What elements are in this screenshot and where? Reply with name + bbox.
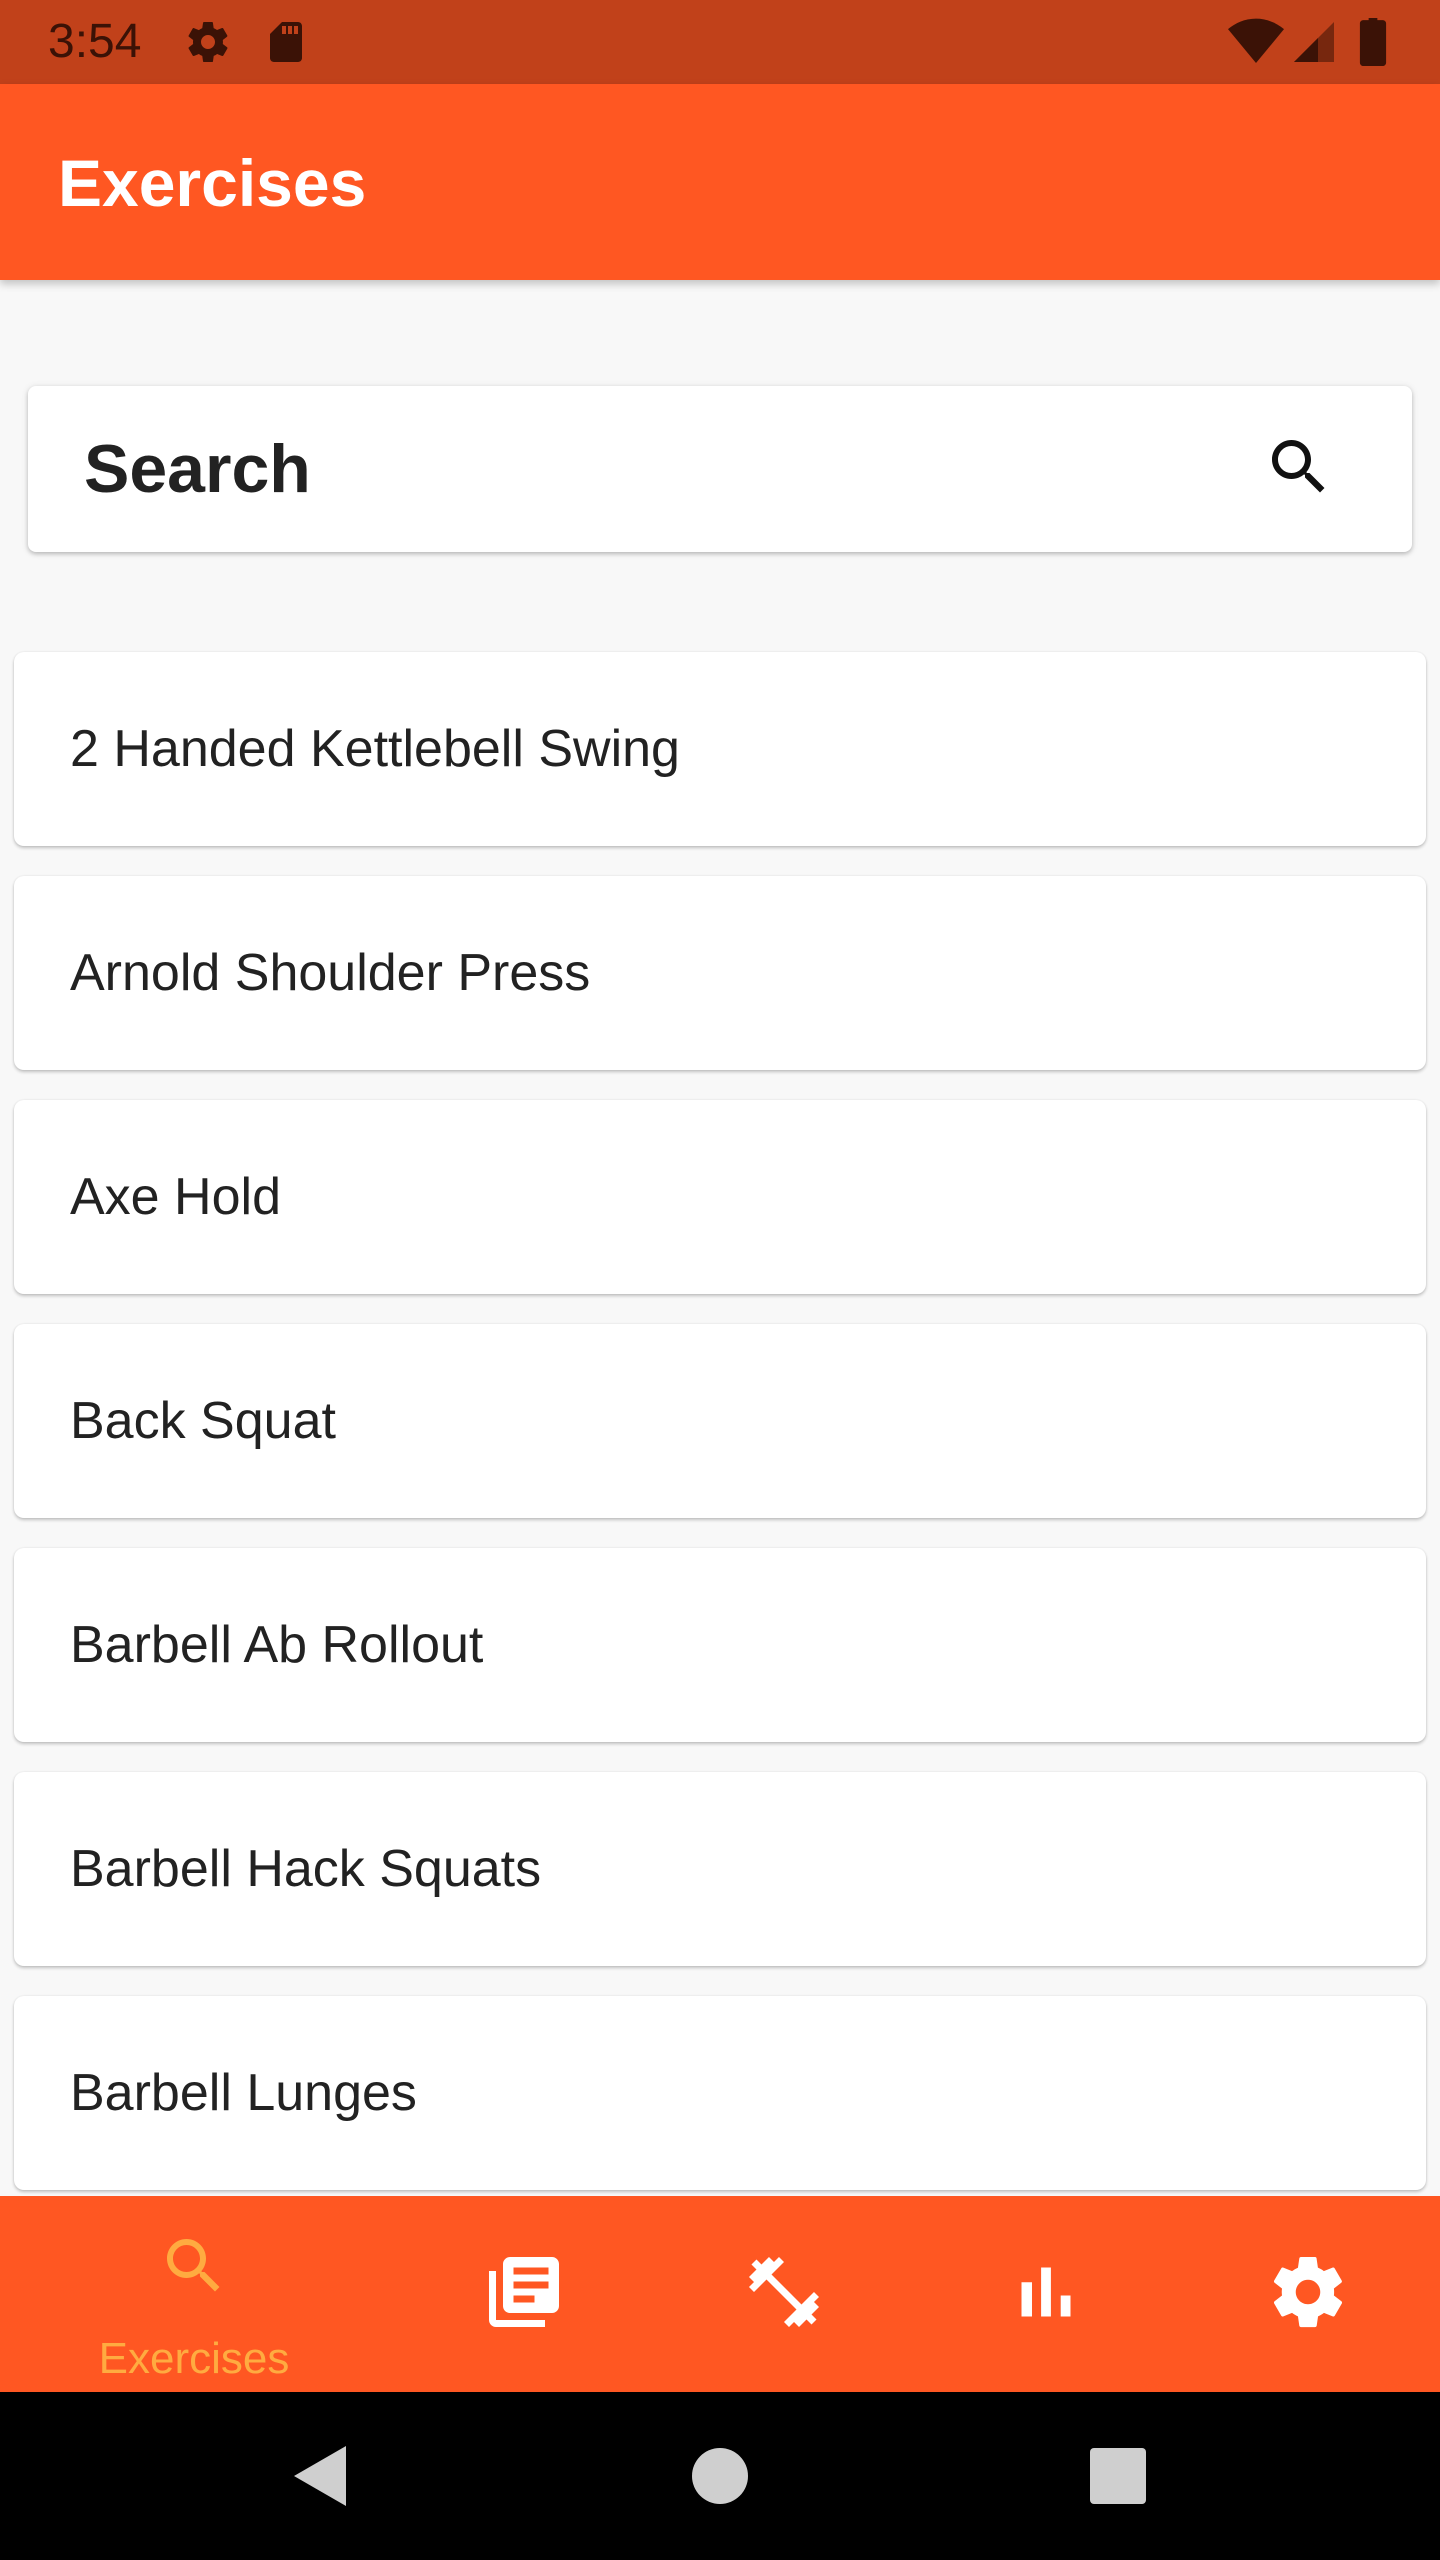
nav-item-workouts[interactable] — [394, 2196, 654, 2392]
exercise-name: Axe Hold — [70, 1168, 281, 1226]
signal-icon — [1290, 18, 1338, 66]
nav-item-settings[interactable] — [1178, 2196, 1438, 2392]
nav-item-exercises[interactable]: Exercises — [64, 2196, 324, 2392]
nav-item-stats[interactable] — [916, 2196, 1176, 2392]
bottom-navigation: Exercises — [0, 2196, 1440, 2392]
exercise-item[interactable]: Axe Hold — [14, 1100, 1426, 1294]
recents-icon[interactable] — [1090, 2442, 1146, 2515]
nav-label-exercises: Exercises — [98, 2334, 290, 2383]
exercise-item[interactable]: 2 Handed Kettlebell Swing — [14, 652, 1426, 846]
exercise-item[interactable]: Barbell Lunges — [14, 1996, 1426, 2190]
exercise-name: Barbell Lunges — [70, 2064, 417, 2122]
exercise-name: Back Squat — [70, 1392, 336, 1450]
status-bar: 3:54 — [0, 0, 1440, 84]
gear-icon — [184, 18, 232, 66]
exercise-name: Barbell Hack Squats — [70, 1840, 542, 1898]
page-title: Exercises — [58, 146, 367, 220]
exercise-name: 2 Handed Kettlebell Swing — [70, 720, 680, 778]
status-time: 3:54 — [48, 15, 142, 68]
search-icon — [158, 2230, 230, 2307]
exercise-item[interactable]: Barbell Ab Rollout — [14, 1548, 1426, 1742]
system-navigation-bar — [0, 2392, 1440, 2560]
exercise-list: 2 Handed Kettlebell Swing Arnold Shoulde… — [14, 652, 1426, 2220]
exercise-name: Barbell Ab Rollout — [70, 1616, 484, 1674]
bar-chart-icon — [1004, 2250, 1088, 2339]
search-bar — [28, 386, 1412, 552]
app-bar: Exercises — [0, 84, 1440, 280]
screen: 3:54 Exercises 2 Handed Kettlebe — [0, 0, 1440, 2560]
list-icon — [482, 2250, 566, 2339]
nav-item-workout-log[interactable] — [654, 2196, 914, 2392]
home-icon[interactable] — [692, 2442, 748, 2515]
wifi-icon — [1228, 18, 1284, 66]
search-button[interactable] — [1254, 424, 1344, 514]
dumbbell-icon — [742, 2250, 826, 2339]
settings-icon — [1266, 2250, 1350, 2339]
exercise-name: Arnold Shoulder Press — [70, 944, 591, 1002]
battery-icon — [1358, 18, 1388, 66]
back-icon[interactable] — [290, 2442, 350, 2515]
exercise-item[interactable]: Arnold Shoulder Press — [14, 876, 1426, 1070]
search-icon — [1263, 431, 1335, 508]
exercise-item[interactable]: Barbell Hack Squats — [14, 1772, 1426, 1966]
sd-card-icon — [262, 18, 310, 66]
exercise-item[interactable]: Back Squat — [14, 1324, 1426, 1518]
search-input[interactable] — [84, 424, 1184, 514]
